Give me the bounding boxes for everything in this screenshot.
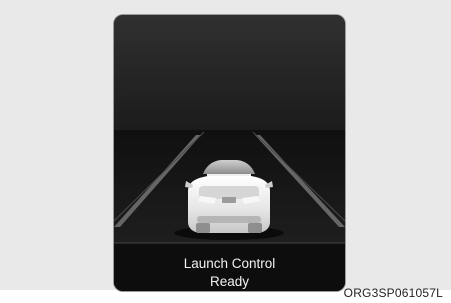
launch-control-state: Ready	[209, 274, 250, 289]
launch-control-title: Launch Control	[183, 256, 276, 271]
launch-control-status: Launch Control Ready	[114, 255, 345, 291]
launch-control-scene	[114, 15, 345, 291]
figure-code: ORG3SP061057L	[343, 286, 443, 300]
cluster-display: Launch Control Ready	[114, 15, 345, 291]
